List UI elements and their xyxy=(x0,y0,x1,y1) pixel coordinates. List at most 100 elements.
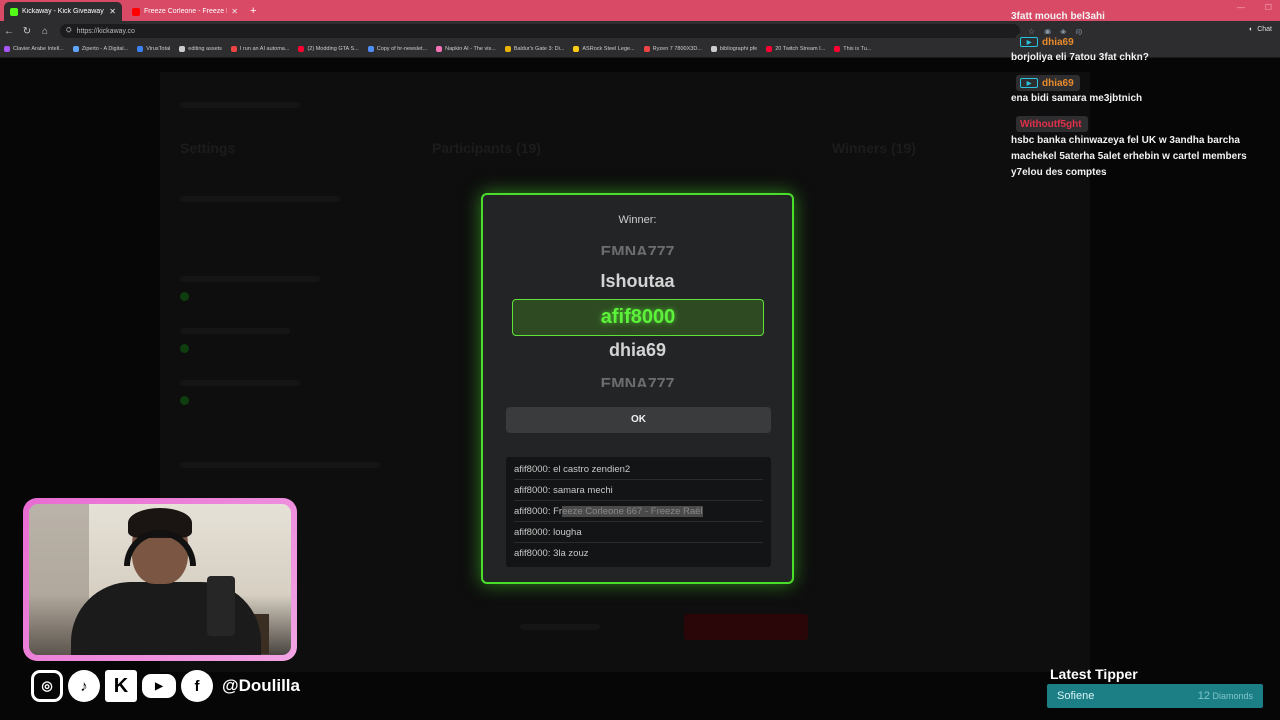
bookmark-icon xyxy=(504,46,511,52)
tab-kickaway[interactable]: Kickaway - Kick Giveaway Tool ✕ xyxy=(4,2,122,21)
webcam-frame xyxy=(23,498,297,661)
message-user: afif8000 xyxy=(514,464,548,475)
bookmark-label: Ryzen 7 7800X3D... xyxy=(652,46,702,52)
site-info-icon[interactable]: ⛭ xyxy=(66,27,72,35)
social-links: ◎ ♪ K ▶ f @Doulilla xyxy=(31,668,300,704)
chat-message-partial: 3fatt mouch bel3ahi xyxy=(1011,11,1105,21)
winner-modal: Winner: EMNA777 Ishoutaa afif8000 dhia69… xyxy=(481,193,794,584)
tab-youtube[interactable]: Freeze Corleone - Freeze Raël (fo... ✕ xyxy=(126,2,244,21)
roll-name-above: Ishoutaa xyxy=(600,271,675,291)
chat-username-badge: ▶ dhia69 xyxy=(1016,34,1080,50)
bookmark-item[interactable]: Copy of hr-newslet... xyxy=(367,46,428,52)
bookmark-label: editing assets xyxy=(188,46,222,52)
bookmark-item[interactable]: This is Tu... xyxy=(834,46,871,52)
bookmark-item[interactable]: bibliographi pfe xyxy=(710,46,758,52)
subscriber-badge-icon: ▶ xyxy=(1020,37,1038,47)
chat-username: dhia69 xyxy=(1042,36,1074,48)
message-text: el castro zendien2 xyxy=(553,464,631,475)
subscriber-badge-icon: ▶ xyxy=(1020,78,1038,88)
bookmark-label: I run an AI automa... xyxy=(239,46,290,52)
roll-name-below: dhia69 xyxy=(608,340,667,360)
bookmark-icon xyxy=(766,46,773,52)
bookmark-icon xyxy=(298,46,305,52)
youtube-icon: ▶ xyxy=(142,674,176,698)
bookmark-item[interactable]: editing assets xyxy=(179,46,222,52)
bookmark-icon xyxy=(367,46,374,52)
message-row: afif8000: samara mechi xyxy=(514,480,763,501)
bookmark-item[interactable]: Baldur's Gate 3: Di... xyxy=(504,46,565,52)
message-user: afif8000 xyxy=(514,506,548,517)
bookmark-item[interactable]: Napkin AI - The vis... xyxy=(436,46,496,52)
setting-line xyxy=(180,380,300,386)
message-user: afif8000 xyxy=(514,485,548,496)
setting-toggle[interactable] xyxy=(180,292,189,301)
bookmark-label: Copy of hr-newslet... xyxy=(376,46,428,52)
setting-toggle[interactable] xyxy=(180,344,189,353)
facebook-icon: f xyxy=(181,670,213,702)
url-text: https://kickaway.co xyxy=(76,27,135,35)
setting-line xyxy=(180,196,340,202)
bookmark-item[interactable]: 20 Twitch Stream I... xyxy=(766,46,825,52)
close-tab-icon[interactable]: ✕ xyxy=(109,7,116,16)
bookmark-icon xyxy=(436,46,443,52)
reload-icon[interactable]: ↻ xyxy=(18,26,36,37)
tip-amount: 12 Diamonds xyxy=(1198,690,1253,702)
message-user: afif8000 xyxy=(514,527,548,538)
latest-tipper-bar: Sofiene 12 Diamonds xyxy=(1047,684,1263,708)
home-icon[interactable]: ⌂ xyxy=(36,26,54,37)
message-text: Fr xyxy=(553,506,563,517)
new-tab-icon[interactable]: + xyxy=(250,2,256,21)
bookmark-item[interactable]: I run an AI automa... xyxy=(230,46,290,52)
chat-message: hsbc banka chinwazeya fel UK w 3andha ba… xyxy=(1011,135,1247,178)
winner-name: afif8000 xyxy=(600,306,676,328)
bookmark-label: Baldur's Gate 3: Di... xyxy=(513,46,565,52)
close-tab-icon[interactable]: ✕ xyxy=(231,7,238,16)
message-row: afif8000: lougha xyxy=(514,522,763,543)
ok-button[interactable]: OK xyxy=(506,407,771,433)
bookmark-icon xyxy=(710,46,717,52)
bookmark-item[interactable]: ASRock Steel Lege... xyxy=(573,46,635,52)
settings-heading: Settings xyxy=(180,140,236,156)
screen: { "browser": { "tabs": [ {"title": "Kick… xyxy=(0,0,1280,720)
message-text: 3la zouz xyxy=(553,548,589,559)
bookmark-icon xyxy=(834,46,841,52)
tip-value: 12 xyxy=(1197,690,1210,702)
bookmark-icon xyxy=(643,46,650,52)
bookmark-label: 20 Twitch Stream I... xyxy=(775,46,826,52)
bookmark-icon xyxy=(230,46,237,52)
tiktok-icon: ♪ xyxy=(68,670,100,702)
bookmark-item[interactable]: Clavier Arabe Intell... xyxy=(4,46,64,52)
chat-overlay: 3fatt mouch bel3ahi ▶ dhia69 borjoliya e… xyxy=(1006,8,1274,188)
bookmark-item[interactable]: (2) Modding GTA S... xyxy=(298,46,359,52)
chat-message: borjoliya eli 7atou 3fat chkn? xyxy=(1011,52,1149,63)
dim-red-button[interactable] xyxy=(684,614,808,640)
bookmark-label: Clavier Arabe Intell... xyxy=(13,46,64,52)
bookmark-label: ASRock Steel Lege... xyxy=(582,46,635,52)
setting-toggle[interactable] xyxy=(180,396,189,405)
back-icon[interactable]: ← xyxy=(0,26,18,37)
setting-line xyxy=(180,328,290,334)
tab-title: Freeze Corleone - Freeze Raël (fo... xyxy=(144,8,227,15)
bookmark-label: bibliographi pfe xyxy=(719,46,758,52)
bookmark-icon xyxy=(179,46,186,52)
dim-button[interactable] xyxy=(520,624,600,630)
setting-line xyxy=(180,462,380,468)
bookmark-label: This is Tu... xyxy=(843,46,872,52)
roll-name-top: EMNA777 xyxy=(600,244,675,255)
chat-username-badge: ▶ dhia69 xyxy=(1016,75,1080,91)
url-field[interactable]: ⛭ https://kickaway.co xyxy=(60,24,1020,38)
message-text: samara mechi xyxy=(553,485,613,496)
message-row: afif8000: 3la zouz xyxy=(514,548,589,559)
chat-username: Withoutf5ght xyxy=(1020,118,1082,130)
bookmark-icon xyxy=(72,46,79,52)
latest-tipper-title: Latest Tipper xyxy=(1050,666,1138,682)
tip-unit: Diamonds xyxy=(1212,691,1253,701)
social-handle: @Doulilla xyxy=(222,676,300,695)
roll-name-bottom: EMNA777 xyxy=(600,376,675,387)
winner-messages: afif8000: el castro zendien2 afif8000: s… xyxy=(506,457,771,567)
kick-favicon-icon xyxy=(10,7,18,16)
selected-text: eeze Corleone 667 - Freeze Raël xyxy=(562,506,703,517)
bookmark-item[interactable]: Ziperto - A Digital... xyxy=(72,46,128,52)
bookmark-item[interactable]: VirusTotal xyxy=(137,46,170,52)
bookmark-item[interactable]: Ryzen 7 7800X3D... xyxy=(643,46,702,52)
